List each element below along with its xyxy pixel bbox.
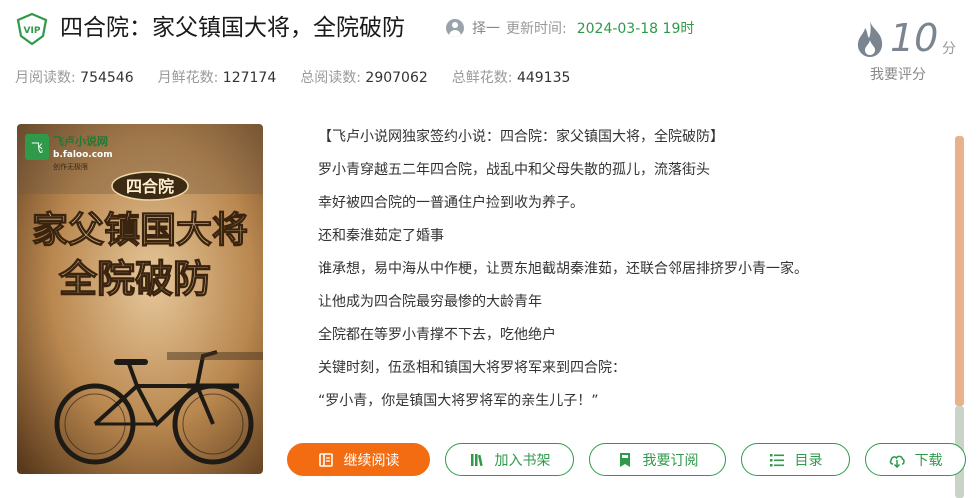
stat-label: 总阅读数: — [300, 70, 361, 86]
author-info: 择一 更新时间: 2024-03-18 19时 — [446, 18, 694, 38]
scrollbar-thumb[interactable] — [955, 136, 964, 406]
cover-title-line1: 家父镇国大将 — [32, 209, 248, 251]
stat-total-reads: 总阅读数: 2907062 — [300, 67, 428, 87]
rating-unit: 分 — [942, 41, 956, 57]
cover-series-badge: 四合院 — [111, 171, 189, 201]
publisher-url: b.faloo.com — [53, 150, 113, 160]
add-to-shelf-button[interactable]: 加入书架 — [445, 443, 574, 476]
description-line: “罗小青，你是镇国大将罗将军的亲生儿子！” — [318, 393, 599, 409]
publisher-name: 飞卢小说网 — [53, 134, 108, 148]
rate-button[interactable]: 我要评分 — [870, 64, 926, 84]
description-line: 全院都在等罗小青撑不下去，吃他绝户 — [318, 327, 556, 343]
bookshelf-icon — [470, 453, 483, 466]
author-name-link[interactable]: 择一 — [472, 18, 500, 38]
description-line: 让他成为四合院最穷最惨的大龄青年 — [318, 294, 542, 310]
description-line: 【飞卢小说网独家签约小说：四合院：家父镇国大将，全院破防】 — [318, 129, 724, 145]
stats-bar: 月阅读数: 754546 月鲜花数: 127174 总阅读数: 2907062 … — [15, 67, 594, 87]
description-line: 谁承想，易中海从中作梗，让贾东旭截胡秦淮茹，还联合邻居排挤罗小青一家。 — [318, 261, 808, 277]
svg-text:飞: 飞 — [31, 141, 43, 155]
catalog-button[interactable]: 目录 — [741, 443, 850, 476]
book-title: 四合院：家父镇国大将，全院破防 — [60, 15, 405, 41]
continue-reading-label: 继续阅读 — [343, 451, 400, 468]
action-bar: 继续阅读 加入书架 我要订阅 目录 下载 — [287, 443, 980, 476]
description-line: 罗小青穿越五二年四合院，战乱中和父母失散的孤儿，流落街头 — [318, 162, 710, 178]
list-icon — [769, 453, 784, 466]
book-open-icon — [318, 452, 333, 467]
stat-label: 总鲜花数: — [451, 70, 513, 86]
continue-reading-button[interactable]: 继续阅读 — [287, 443, 430, 476]
stat-total-flowers: 总鲜花数: 449135 — [452, 67, 571, 87]
catalog-label: 目录 — [794, 451, 823, 468]
cover-title-line2: 全院破防 — [58, 256, 211, 301]
stat-value: 754546 — [80, 70, 134, 86]
update-time-label: 更新时间: — [506, 21, 567, 37]
rating-panel: 10 分 我要评分 — [852, 14, 962, 94]
subscribe-label: 我要订阅 — [642, 451, 699, 468]
stat-label: 月鲜花数: — [157, 70, 219, 86]
update-time-value: 2024-03-18 19时 — [576, 21, 695, 37]
stat-value: 449135 — [516, 70, 571, 86]
add-to-shelf-label: 加入书架 — [494, 451, 551, 468]
author-avatar-icon — [446, 19, 464, 37]
book-description: 【飞卢小说网独家签约小说：四合院：家父镇国大将，全院破防】 罗小青穿越五二年四合… — [318, 126, 938, 423]
flame-icon — [857, 21, 883, 57]
publisher-tagline: 创作无极限 — [53, 162, 88, 171]
stat-monthly-reads: 月阅读数: 754546 — [15, 67, 134, 87]
description-line: 关键时刻，伍丞相和镇国大将罗将军来到四合院： — [318, 360, 626, 376]
download-label: 下载 — [914, 451, 943, 468]
subscribe-button[interactable]: 我要订阅 — [589, 443, 726, 476]
vip-badge-text: VIP — [24, 26, 41, 36]
vip-shield-icon: VIP — [16, 12, 48, 46]
description-line: 幸好被四合院的一普通住户捡到收为养子。 — [318, 195, 584, 211]
stat-monthly-flowers: 月鲜花数: 127174 — [158, 67, 277, 87]
bookmark-book-icon — [619, 452, 630, 467]
stat-label: 月阅读数: — [15, 70, 76, 86]
cloud-download-icon — [889, 455, 905, 468]
book-header: VIP 四合院：家父镇国大将，全院破防 择一 更新时间: 2024-03-18 … — [0, 0, 980, 110]
cover-series: 四合院 — [126, 177, 174, 196]
stat-value: 127174 — [222, 70, 277, 86]
stat-value: 2907062 — [365, 70, 428, 86]
description-line: 还和秦淮茹定了婚事 — [318, 228, 444, 244]
cover-image: 飞 飞卢小说网 b.faloo.com 创作无极限 四合院 家父镇国大将 全院破… — [17, 124, 263, 474]
book-cover[interactable]: 飞 飞卢小说网 b.faloo.com 创作无极限 四合院 家父镇国大将 全院破… — [17, 124, 263, 474]
download-button[interactable]: 下载 — [865, 443, 966, 476]
rating-score: 10 — [890, 16, 939, 60]
